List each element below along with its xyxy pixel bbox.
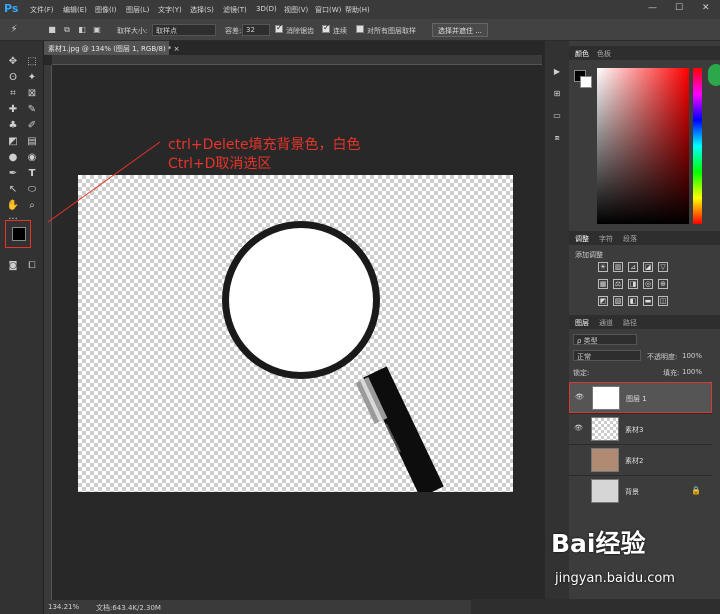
color-balance-icon[interactable]: ⚖ bbox=[613, 279, 623, 289]
baidu-watermark: Bai经验 bbox=[551, 529, 646, 558]
annotation-line-1: ctrl+Delete填充背景色，白色 bbox=[168, 137, 361, 153]
lock-icon: 🔒 bbox=[691, 486, 701, 495]
blend-mode-value: 正常 bbox=[577, 353, 591, 361]
blend-mode-select[interactable]: 正常 bbox=[573, 350, 641, 361]
eye-icon[interactable]: 👁 bbox=[574, 424, 583, 432]
fill-label: 填充: bbox=[663, 369, 680, 377]
tab-color[interactable]: 颜色 bbox=[575, 49, 589, 59]
tab-paragraph[interactable]: 段落 bbox=[623, 234, 637, 244]
tab-character[interactable]: 字符 bbox=[599, 234, 613, 244]
levels-icon[interactable]: ▥ bbox=[613, 262, 623, 272]
floating-badge bbox=[708, 64, 720, 86]
layer-name: 素材3 bbox=[625, 426, 644, 434]
opacity-label: 不透明度: bbox=[647, 353, 678, 361]
annotation-arrow bbox=[47, 141, 161, 223]
annotation-line-2: Ctrl+D取消选区 bbox=[168, 156, 272, 172]
eye-icon[interactable]: 👁 bbox=[575, 393, 584, 401]
tab-paths[interactable]: 路径 bbox=[623, 318, 637, 328]
layer-row-background[interactable]: 背景 🔒 bbox=[569, 475, 712, 506]
adjust-panel-tabs: 调整 字符 段落 bbox=[569, 231, 720, 245]
add-adjustment-label: 添加调整 bbox=[575, 251, 603, 259]
posterize-icon[interactable]: ▨ bbox=[613, 296, 623, 306]
panel-background-swatch[interactable] bbox=[580, 76, 592, 88]
status-bar: 134.21% 文档:643.4K/2.30M bbox=[44, 600, 544, 614]
brush-presets-icon[interactable]: ⧈ bbox=[549, 131, 565, 145]
tab-channels[interactable]: 通道 bbox=[599, 318, 613, 328]
layer-thumbnail bbox=[591, 448, 619, 472]
layer-thumbnail bbox=[591, 479, 619, 503]
baidu-watermark-url: jingyan.baidu.com bbox=[555, 571, 675, 586]
layers-panel-tabs: 图层 通道 路径 bbox=[569, 315, 720, 329]
gradient-map-icon[interactable]: ▬ bbox=[643, 296, 653, 306]
history-icon[interactable]: ▶ bbox=[549, 65, 565, 79]
threshold-icon[interactable]: ◧ bbox=[628, 296, 638, 306]
brightness-icon[interactable]: ☀ bbox=[598, 262, 608, 272]
zoom-level[interactable]: 134.21% bbox=[48, 603, 79, 611]
color-field[interactable] bbox=[597, 68, 689, 224]
layer-name: 图层 1 bbox=[626, 395, 647, 403]
layer-row-material3[interactable]: 👁 素材3 bbox=[569, 413, 712, 444]
document-info: 文档:643.4K/2.30M bbox=[96, 604, 161, 612]
layer-thumbnail bbox=[592, 386, 620, 410]
vibrance-icon[interactable]: ▽ bbox=[658, 262, 668, 272]
layer-name: 素材2 bbox=[625, 457, 644, 465]
invert-icon[interactable]: ◩ bbox=[598, 296, 608, 306]
opacity-value[interactable]: 100% bbox=[682, 352, 702, 360]
hue-saturation-icon[interactable]: ▦ bbox=[598, 279, 608, 289]
actions-icon[interactable]: ▭ bbox=[549, 109, 565, 123]
layer-name: 背景 bbox=[625, 488, 639, 496]
system-tray bbox=[471, 599, 720, 614]
tab-adjustments[interactable]: 调整 bbox=[575, 234, 589, 244]
properties-icon[interactable]: ⊞ bbox=[549, 87, 565, 101]
selective-color-icon[interactable]: ◫ bbox=[658, 296, 668, 306]
color-panel-tabs: 颜色 色板 bbox=[569, 46, 720, 60]
hue-slider[interactable] bbox=[693, 68, 702, 224]
layer-filter-select[interactable]: ρ 类型 bbox=[573, 334, 637, 345]
tab-swatches[interactable]: 色板 bbox=[597, 49, 611, 59]
layer-row-material2[interactable]: 素材2 bbox=[569, 444, 712, 475]
annotation-text: ctrl+Delete填充背景色，白色 Ctrl+D取消选区 bbox=[168, 136, 361, 174]
fill-value[interactable]: 100% bbox=[682, 368, 702, 376]
layer-filter-value: ρ 类型 bbox=[577, 337, 598, 345]
channel-mixer-icon[interactable]: ⊕ bbox=[658, 279, 668, 289]
layer-row-layer1[interactable]: 👁 图层 1 bbox=[569, 382, 712, 413]
curves-icon[interactable]: ⊿ bbox=[628, 262, 638, 272]
layer-thumbnail bbox=[591, 417, 619, 441]
lock-label: 锁定: bbox=[573, 369, 590, 377]
exposure-icon[interactable]: ◪ bbox=[643, 262, 653, 272]
tab-layers[interactable]: 图层 bbox=[575, 318, 589, 328]
photo-filter-icon[interactable]: ◎ bbox=[643, 279, 653, 289]
black-white-icon[interactable]: ◨ bbox=[628, 279, 638, 289]
